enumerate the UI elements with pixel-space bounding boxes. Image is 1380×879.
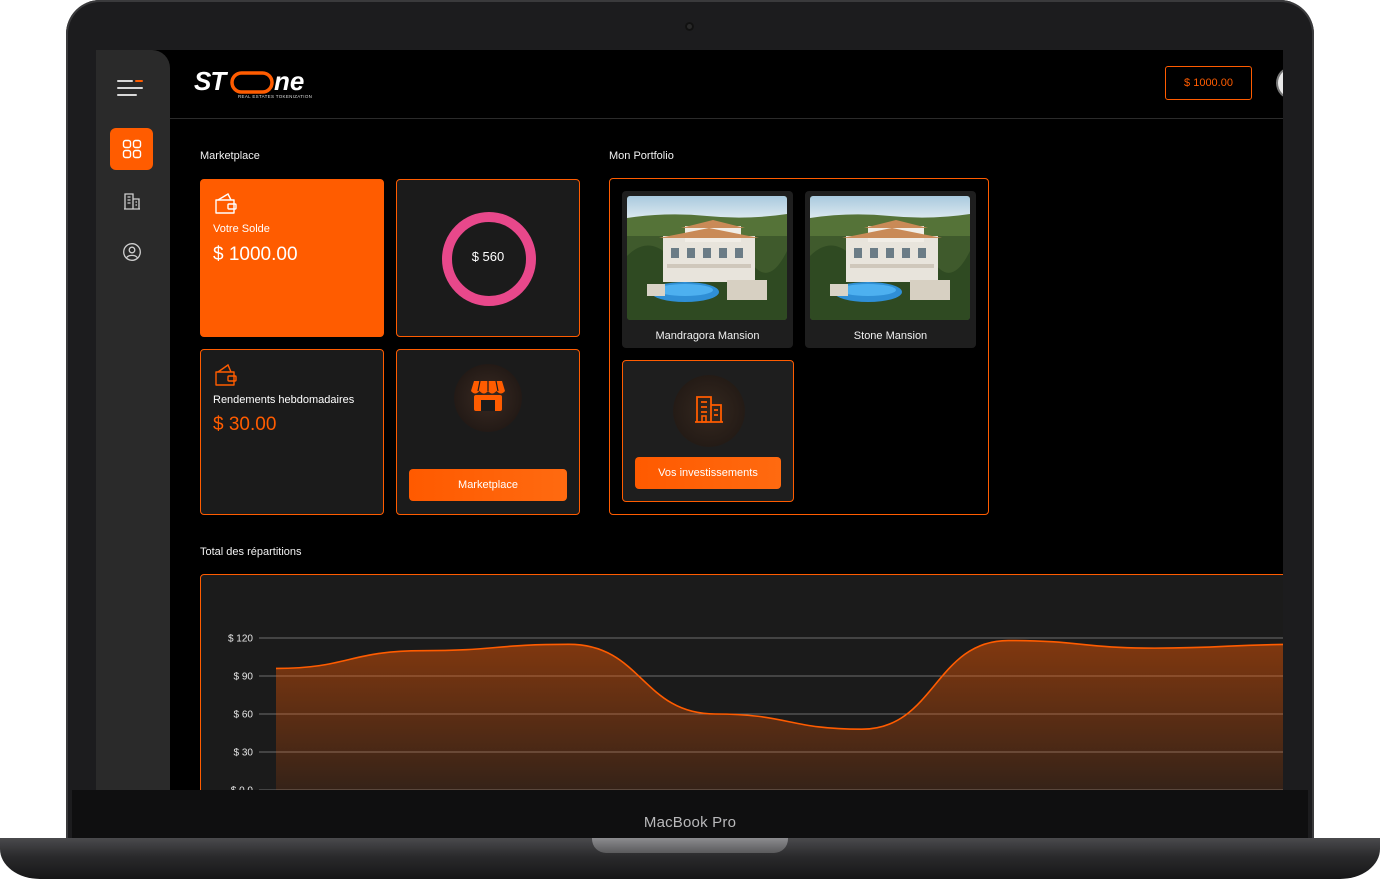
balance-card[interactable]: Votre Solde $ 1000.00 xyxy=(200,179,384,337)
svg-text:ST: ST xyxy=(194,66,228,96)
y-tick-label: $ 60 xyxy=(234,710,254,721)
user-icon xyxy=(122,243,141,261)
distribution-chart: $ 0.0$ 30$ 60$ 90$ 120 xyxy=(228,634,1283,790)
marketplace-title: Marketplace xyxy=(200,150,260,162)
property-card[interactable]: Stone Mansion xyxy=(805,191,976,348)
yield-value: $ 30.00 xyxy=(213,414,277,435)
y-tick-label: $ 120 xyxy=(228,634,253,645)
sidebar-item-buildings[interactable] xyxy=(110,180,153,222)
investments-card[interactable]: Vos investissements xyxy=(622,360,794,502)
menu-icon[interactable] xyxy=(117,78,143,98)
avatar[interactable] xyxy=(1276,67,1283,99)
wallet-icon xyxy=(215,363,237,386)
sidebar-item-dashboard[interactable] xyxy=(110,128,153,170)
wallet-icon xyxy=(215,193,237,214)
yield-card[interactable]: Rendements hebdomadaires $ 30.00 xyxy=(200,349,384,515)
investments-button[interactable]: Vos investissements xyxy=(635,457,781,489)
camera-icon xyxy=(685,22,694,31)
svg-text:ne: ne xyxy=(274,66,304,96)
marketplace-card[interactable]: Marketplace xyxy=(396,349,580,515)
property-name: Mandragora Mansion xyxy=(655,330,760,342)
y-tick-label: $ 30 xyxy=(234,748,254,759)
marketplace-button[interactable]: Marketplace xyxy=(409,469,567,501)
balance-label: Votre Solde xyxy=(213,223,270,235)
header-divider xyxy=(170,118,1283,119)
yield-label: Rendements hebdomadaires xyxy=(213,394,355,406)
sidebar xyxy=(96,50,170,790)
balance-value: $ 1000.00 xyxy=(213,244,298,265)
grid-icon xyxy=(122,139,141,159)
property-name: Stone Mansion xyxy=(853,330,928,342)
app-screen: ST ne REAL ESTATES TOKENIZATION $ 1000.0… xyxy=(96,50,1283,790)
y-tick-label: $ 90 xyxy=(234,672,254,683)
property-card[interactable]: Mandragora Mansion xyxy=(622,191,793,348)
donut-card[interactable]: $ 560 xyxy=(396,179,580,337)
laptop-notch xyxy=(592,838,788,853)
donut-value: $ 560 xyxy=(471,249,505,264)
laptop-frame: ST ne REAL ESTATES TOKENIZATION $ 1000.0… xyxy=(0,0,1380,879)
distribution-title: Total des répartitions xyxy=(200,546,302,558)
property-image xyxy=(627,196,787,320)
property-image xyxy=(810,196,970,320)
logo[interactable]: ST ne REAL ESTATES TOKENIZATION xyxy=(194,66,354,107)
distribution-chart-card: $ 0.0$ 30$ 60$ 90$ 120 xyxy=(200,574,1283,790)
building-icon xyxy=(123,193,140,210)
store-icon xyxy=(471,380,505,411)
portfolio-title: Mon Portfolio xyxy=(609,150,674,162)
building-icon xyxy=(695,396,723,423)
logo-tagline: REAL ESTATES TOKENIZATION xyxy=(238,94,313,99)
sidebar-item-profile[interactable] xyxy=(110,231,153,273)
series-area xyxy=(276,640,1283,790)
device-label: MacBook Pro xyxy=(643,814,737,831)
header-balance-button[interactable]: $ 1000.00 xyxy=(1165,66,1252,100)
